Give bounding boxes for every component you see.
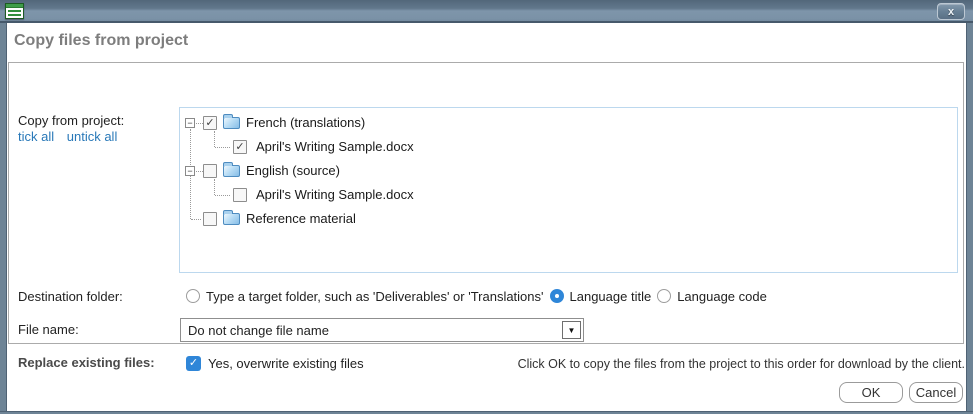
app-window-icon xyxy=(5,3,24,19)
cancel-button[interactable]: Cancel xyxy=(909,382,963,403)
overwrite-checkbox[interactable]: ✓ xyxy=(186,356,201,371)
radio-language-code[interactable] xyxy=(657,289,671,303)
overwrite-option: ✓ Yes, overwrite existing files xyxy=(180,353,364,373)
file-name-label: File name: xyxy=(18,322,79,337)
file-tree[interactable]: − ✓ French (translations) ✓ April's Writ… xyxy=(179,107,958,273)
file-name-dropdown-value: Do not change file name xyxy=(188,323,329,338)
folder-icon xyxy=(223,165,240,177)
collapse-expander-icon[interactable]: − xyxy=(185,166,195,176)
tree-item-label[interactable]: English (source) xyxy=(246,163,340,178)
tree-checkbox-unchecked[interactable] xyxy=(233,188,247,202)
tick-all-link[interactable]: tick all xyxy=(18,129,54,144)
tree-row-english: − English (source) xyxy=(180,159,957,183)
radio-language-title-label[interactable]: Language title xyxy=(570,289,652,304)
app-window-icon-bar xyxy=(6,4,23,8)
close-icon[interactable]: x xyxy=(937,3,965,20)
window-frame-right xyxy=(966,23,973,414)
window-frame-left xyxy=(0,23,7,414)
tree-row-english-file: April's Writing Sample.docx xyxy=(180,183,957,207)
replace-existing-label: Replace existing files: xyxy=(18,355,155,370)
tree-item-label[interactable]: Reference material xyxy=(246,211,356,226)
ok-button[interactable]: OK xyxy=(839,382,903,403)
collapse-expander-icon[interactable]: − xyxy=(185,118,195,128)
tree-row-french-file: ✓ April's Writing Sample.docx xyxy=(180,135,957,159)
tree-checkbox-checked[interactable]: ✓ xyxy=(203,116,217,130)
radio-language-title[interactable] xyxy=(550,289,564,303)
footer-help-text: Click OK to copy the files from the proj… xyxy=(518,357,965,371)
page-title: Copy files from project xyxy=(14,32,188,50)
tree-checkbox-unchecked[interactable] xyxy=(203,212,217,226)
form-panel: Copy from project: tick all untick all −… xyxy=(8,62,964,344)
app-window-icon-line xyxy=(8,14,21,16)
window-titlebar: x xyxy=(0,0,973,23)
folder-icon xyxy=(223,213,240,225)
tree-item-label[interactable]: April's Writing Sample.docx xyxy=(256,139,414,154)
radio-target-folder[interactable] xyxy=(186,289,200,303)
app-window-icon-line xyxy=(8,10,21,12)
destination-options: Type a target folder, such as 'Deliverab… xyxy=(180,285,767,307)
tree-checkbox-checked[interactable]: ✓ xyxy=(233,140,247,154)
overwrite-checkbox-label[interactable]: Yes, overwrite existing files xyxy=(208,356,364,371)
chevron-down-icon[interactable]: ▼ xyxy=(562,321,581,339)
folder-icon xyxy=(223,117,240,129)
radio-language-code-label[interactable]: Language code xyxy=(677,289,767,304)
untick-all-link[interactable]: untick all xyxy=(67,129,118,144)
tree-checkbox-unchecked[interactable] xyxy=(203,164,217,178)
tree-item-label[interactable]: April's Writing Sample.docx xyxy=(256,187,414,202)
tree-row-reference: Reference material xyxy=(180,207,957,231)
destination-folder-label: Destination folder: xyxy=(18,289,123,304)
copy-from-label: Copy from project: xyxy=(18,113,124,128)
file-name-dropdown[interactable]: Do not change file name ▼ xyxy=(180,318,584,342)
dialog-content: Copy files from project Copy from projec… xyxy=(7,25,966,411)
tree-row-french: − ✓ French (translations) xyxy=(180,111,957,135)
tree-bulk-links: tick all untick all xyxy=(18,129,117,144)
tree-item-label[interactable]: French (translations) xyxy=(246,115,365,130)
radio-target-folder-label[interactable]: Type a target folder, such as 'Deliverab… xyxy=(206,289,544,304)
